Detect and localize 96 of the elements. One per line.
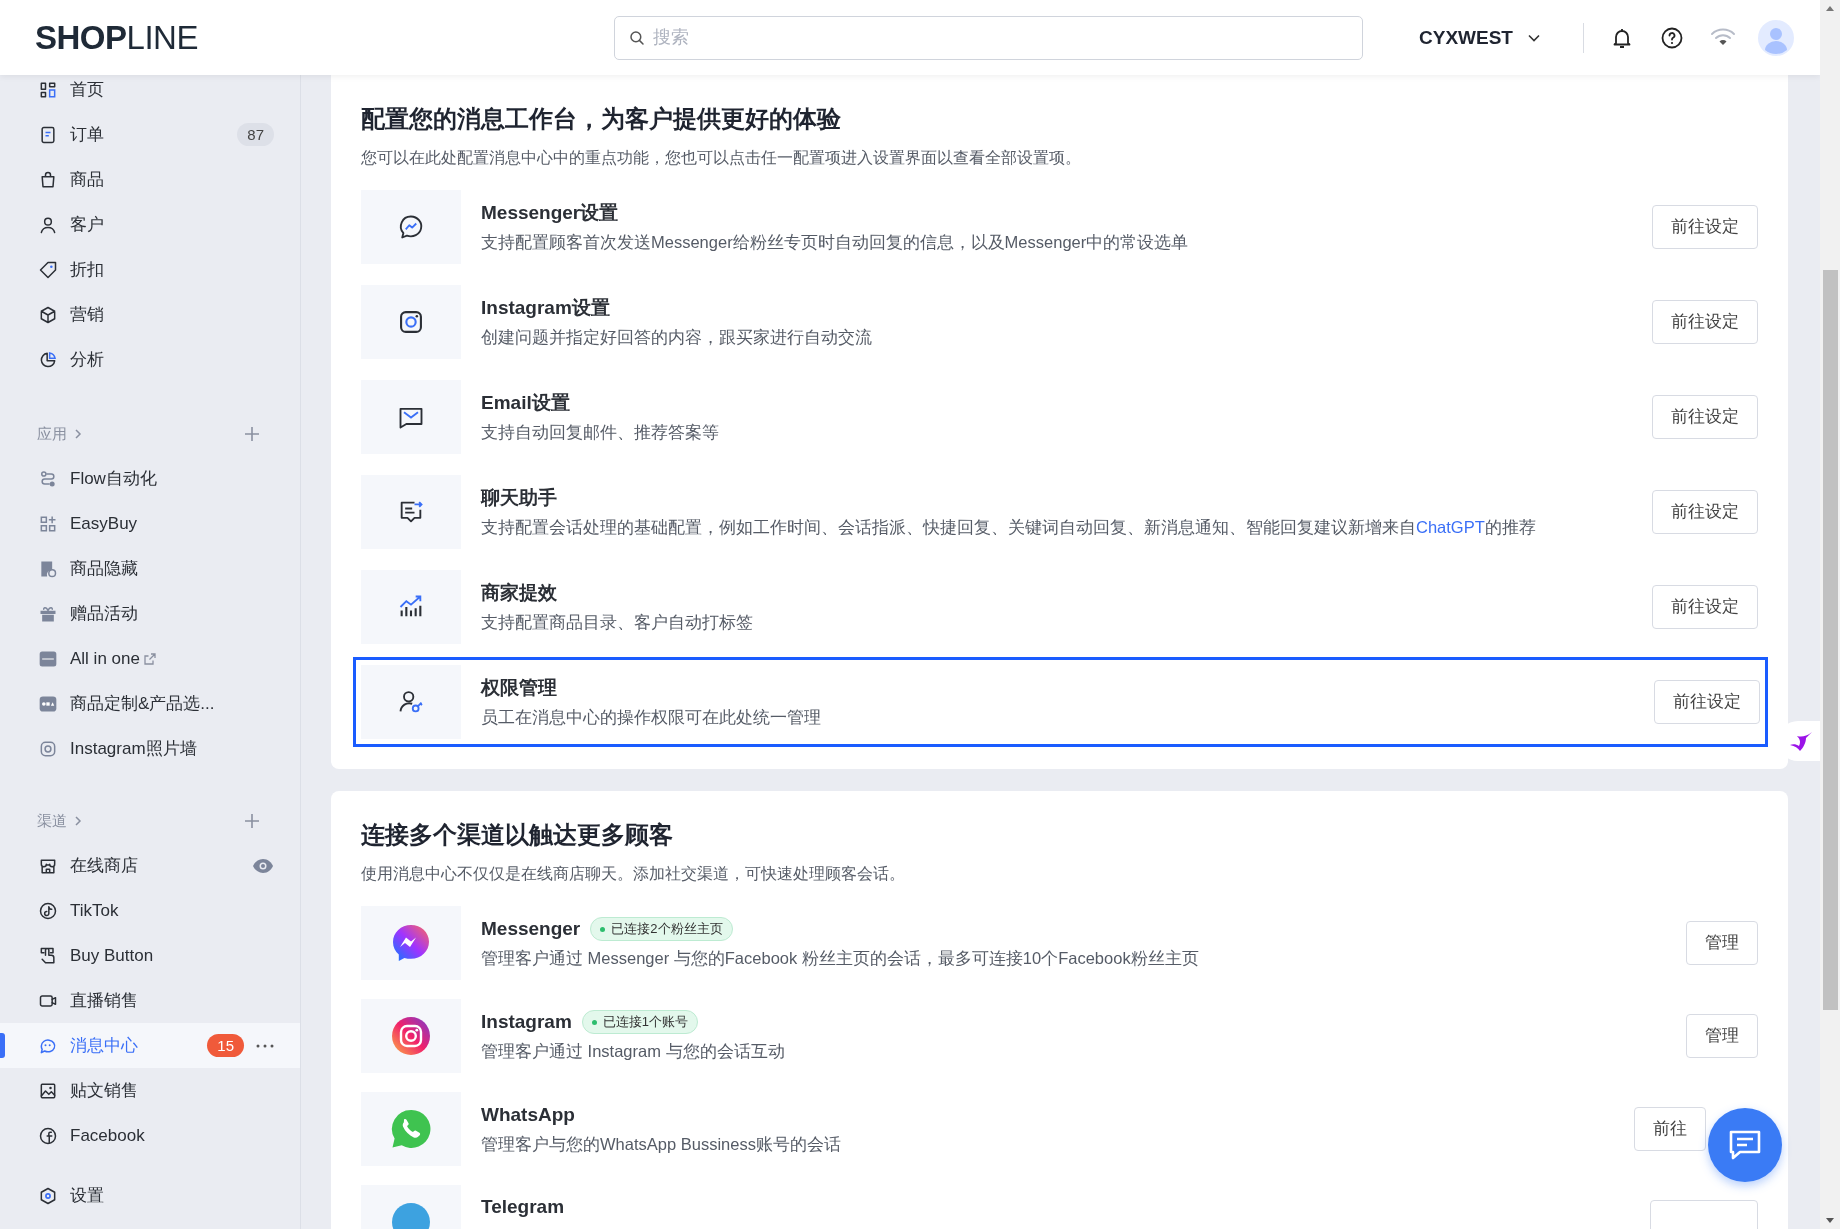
- pie-chart-icon: [38, 349, 58, 370]
- item-description: 支持配置会话处理的基础配置，例如工作时间、会话指派、快捷回复、关键词自动回复、新消息通知、智能回复建议新增来自 ChatGPT的推荐: [481, 517, 1537, 538]
- action-button[interactable]: 管理: [1686, 1014, 1758, 1058]
- item-title: WhatsApp: [481, 1103, 575, 1127]
- item-title: Instagram设置: [481, 296, 610, 320]
- action-button[interactable]: 前往: [1634, 1107, 1706, 1151]
- sidebar-item[interactable]: All in one: [0, 636, 300, 681]
- item-title: Telegram: [481, 1195, 565, 1219]
- item-description: 支持配置商品目录、客户自动打标签: [481, 612, 754, 633]
- settings-row[interactable]: 聊天助手 支持配置会话处理的基础配置，例如工作时间、会话指派、快捷回复、关键词自动回复、新消息通知、智能回复建议新增来自 ChatGPT的推荐 前往设定: [361, 475, 1758, 549]
- count-badge: 87: [237, 123, 274, 146]
- add-icon[interactable]: [244, 426, 260, 442]
- item-description: 管理客户与您的WhatsApp Bussiness账号的会话: [481, 1134, 842, 1155]
- settings-row[interactable]: 商家提效 支持配置商品目录、客户自动打标签 前往设定: [361, 570, 1758, 644]
- chat-icon: [1728, 1129, 1762, 1161]
- settings-row[interactable]: Email设置 支持自动回复邮件、推荐答案等 前往设定: [361, 380, 1758, 454]
- facebook-icon: [38, 1125, 58, 1146]
- item-description: 创建问题并指定好回答的内容，跟买家进行自动交流: [481, 327, 873, 348]
- status-tag: 已连接2个粉丝主页: [590, 917, 733, 941]
- camera-icon: [397, 308, 425, 336]
- item-title: Instagram: [481, 1010, 572, 1034]
- item-title: Messenger: [481, 917, 581, 941]
- sidebar-item[interactable]: Instagram照片墙: [0, 726, 300, 771]
- sidebar-item[interactable]: 赠品活动: [0, 591, 300, 636]
- chevron-right-icon[interactable]: [73, 815, 83, 827]
- count-badge: 15: [207, 1034, 244, 1057]
- settings-icon: [38, 1185, 58, 1206]
- chatgpt-link[interactable]: ChatGPT: [1416, 518, 1485, 536]
- document-icon: [38, 124, 58, 145]
- sidebar-item[interactable]: Buy Button: [0, 933, 300, 978]
- section-description: 使用消息中心不仅仅是在线商店聊天。添加社交渠道，可快速处理顾客会话。: [361, 864, 906, 884]
- chevron-right-icon[interactable]: [73, 428, 83, 440]
- sidebar-item[interactable]: EasyBuy: [0, 501, 300, 546]
- messenger-icon: [391, 923, 431, 963]
- sidebar-item[interactable]: 营销: [0, 292, 300, 337]
- action-button[interactable]: 前往设定: [1652, 585, 1758, 629]
- bag-icon: [38, 169, 58, 190]
- settings-row[interactable]: Messenger设置 支持配置顾客首次发送Messenger给粉丝专页时自动回复的信息，以及Messenger中的常设选单 前往设定: [361, 190, 1758, 264]
- search-field[interactable]: 搜索: [614, 15, 1363, 60]
- shopline-logo[interactable]: SHOPLINE: [35, 18, 614, 57]
- sidebar-item[interactable]: 在线商店: [0, 843, 300, 888]
- item-description: 支持自动回复邮件、推荐答案等: [481, 422, 720, 443]
- messenger-icon: [397, 213, 425, 241]
- item-title: Messenger设置: [481, 201, 619, 225]
- action-button[interactable]: 管理: [1686, 921, 1758, 965]
- sidebar-item[interactable]: 客户: [0, 202, 300, 247]
- action-button[interactable]: 前往设定: [1652, 300, 1758, 344]
- sidebar-item[interactable]: 商品: [0, 157, 300, 202]
- settings-row[interactable]: Instagram设置 创建问题并指定好回答的内容，跟买家进行自动交流 前往设定: [361, 285, 1758, 359]
- action-button[interactable]: 前往设定: [1652, 395, 1758, 439]
- sidebar-item[interactable]: TikTok: [0, 888, 300, 933]
- search-icon: [628, 28, 646, 47]
- account-switcher[interactable]: CYXWEST: [1415, 22, 1545, 53]
- eye-icon[interactable]: [252, 857, 274, 874]
- sidebar-item[interactable]: 首页: [0, 75, 300, 112]
- item-description: 员工在消息中心的操作权限可在此处统一管理: [481, 707, 822, 728]
- external-link-icon: [142, 651, 157, 666]
- status-tag: 已连接1个账号: [581, 1010, 699, 1034]
- sidebar-item[interactable]: 直播销售: [0, 978, 300, 1023]
- add-icon[interactable]: [244, 813, 260, 829]
- item-description: 管理客户通过 Instagram 与您的会话互动: [481, 1041, 786, 1062]
- sidebar-item[interactable]: 分析: [0, 337, 300, 382]
- sidebar-item[interactable]: 设置: [0, 1173, 300, 1218]
- section-title: 配置您的消息工作台，为客户提供更好的体验: [361, 104, 842, 134]
- hand-icon: [38, 945, 58, 966]
- music-note-icon: [38, 900, 58, 921]
- item-description: 支持配置顾客首次发送Messenger给粉丝专页时自动回复的信息，以及Messenger中的常设选单: [481, 232, 1190, 253]
- action-button[interactable]: 前往设定: [1652, 205, 1758, 249]
- more-icon[interactable]: [256, 1043, 274, 1048]
- sidebar-item[interactable]: 贴文销售: [0, 1068, 300, 1113]
- flow-icon: [38, 468, 58, 489]
- item-title: 权限管理: [481, 676, 557, 700]
- phone-bubble-icon: [391, 1109, 431, 1149]
- scroll-down-icon[interactable]: [1826, 1218, 1834, 1223]
- cube-icon: [38, 304, 58, 325]
- action-button[interactable]: 前往设定: [1652, 490, 1758, 534]
- scroll-up-icon[interactable]: [1826, 6, 1834, 11]
- sidebar-item[interactable]: 订单 87: [0, 112, 300, 157]
- item-description: 管理客户通过 Messenger 与您的Facebook 粉丝主页的会话，最多可连接10个Facebook粉丝主页: [481, 948, 1200, 969]
- item-title: 聊天助手: [481, 486, 557, 510]
- sidebar-item[interactable]: Flow自动化: [0, 456, 300, 501]
- focused-settings-row[interactable]: 权限管理 员工在消息中心的操作权限可在此处统一管理 前往设定: [361, 665, 1760, 739]
- camera-icon: [391, 1016, 431, 1056]
- help-icon[interactable]: [1659, 25, 1684, 50]
- action-button[interactable]: 前往设定: [1654, 680, 1760, 724]
- scrollbar[interactable]: [1820, 0, 1840, 1229]
- item-title: 商家提效: [481, 581, 557, 605]
- section-description: 您可以在此处配置消息中心中的重点功能，您也可以点击任一配置项进入设置界面以查看全部设置项。: [361, 148, 1082, 168]
- item-title: Email设置: [481, 391, 570, 415]
- sidebar-item[interactable]: 消息中心 15: [0, 1023, 300, 1068]
- sidebar-item[interactable]: 商品定制&产品选...: [0, 681, 300, 726]
- section-title: 连接多个渠道以触达更多顾客: [361, 820, 674, 850]
- sidebar-item[interactable]: 商品隐藏: [0, 546, 300, 591]
- sidebar-item[interactable]: 折扣: [0, 247, 300, 292]
- tag-icon: [38, 259, 58, 280]
- sidebar-item[interactable]: Facebook: [0, 1113, 300, 1158]
